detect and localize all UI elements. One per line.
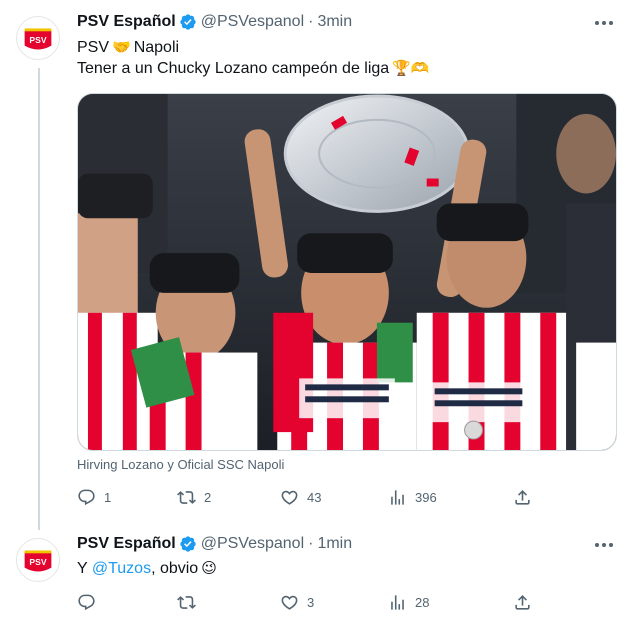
share-icon bbox=[515, 594, 530, 610]
like-button[interactable]: 3 bbox=[280, 593, 388, 612]
views-icon bbox=[391, 489, 404, 505]
tweet-2[interactable]: PSV PSV Español @PSVespanol · 1min Y @Tu… bbox=[0, 526, 632, 620]
media-caption[interactable]: Hirving Lozano y Oficial SSC Napoli bbox=[77, 457, 284, 472]
tweet-text: Y @Tuzos, obvio 😉 bbox=[77, 558, 220, 579]
action-bar: 1 2 43 396 bbox=[77, 487, 533, 507]
text-obvio: , obvio bbox=[151, 560, 199, 577]
reply-icon bbox=[78, 594, 95, 610]
author-handle[interactable]: @PSVespanol bbox=[201, 13, 304, 31]
psv-logo-icon: PSV bbox=[17, 17, 59, 59]
text-y: Y bbox=[77, 560, 88, 577]
more-options-button[interactable] bbox=[592, 535, 616, 555]
views-count: 396 bbox=[415, 489, 437, 505]
tweet-1[interactable]: PSV PSV Español @PSVespanol · 3min PSV 🤝 N… bbox=[0, 0, 632, 526]
share-button[interactable] bbox=[513, 593, 532, 612]
tweet-header: PSV Español @PSVespanol · 1min bbox=[77, 535, 352, 553]
author-name[interactable]: PSV Español bbox=[77, 13, 176, 31]
avatar[interactable]: PSV bbox=[16, 16, 60, 60]
share-button[interactable] bbox=[513, 488, 532, 507]
avatar[interactable]: PSV bbox=[16, 538, 60, 582]
author-name[interactable]: PSV Español bbox=[77, 535, 176, 553]
more-icon bbox=[595, 543, 599, 547]
tweet-text-line-2: Tener a un Chucky Lozano campeón de liga… bbox=[77, 58, 433, 79]
reply-button[interactable] bbox=[77, 593, 177, 612]
handshake-emoji: 🤝 bbox=[112, 38, 131, 56]
tweet-photo[interactable] bbox=[77, 93, 617, 451]
like-count: 3 bbox=[307, 594, 315, 610]
trophy-heart-emojis: 🏆🫶 bbox=[392, 59, 430, 77]
separator-dot: · bbox=[308, 535, 314, 552]
text-body: Tener a un Chucky Lozano campeón de liga bbox=[77, 60, 390, 77]
reply-count: 1 bbox=[104, 489, 112, 505]
tweet-header: PSV Español @PSVespanol · 3min bbox=[77, 13, 352, 31]
more-icon-dot bbox=[609, 543, 613, 547]
like-icon bbox=[281, 595, 298, 610]
retweet-count: 2 bbox=[204, 489, 212, 505]
avatar-logo-text: PSV bbox=[29, 557, 46, 567]
more-icon-dot bbox=[609, 21, 613, 25]
tweet-text-line-1: PSV 🤝 Napoli bbox=[77, 37, 179, 58]
timestamp[interactable]: 1min bbox=[317, 535, 352, 553]
retweet-icon bbox=[177, 490, 196, 504]
views-button[interactable]: 28 bbox=[388, 593, 513, 612]
retweet-button[interactable]: 2 bbox=[177, 488, 280, 507]
verified-badge-icon bbox=[179, 13, 197, 31]
retweet-icon bbox=[177, 595, 196, 609]
retweet-button[interactable] bbox=[177, 593, 280, 612]
verified-badge-icon bbox=[179, 535, 197, 553]
like-count: 43 bbox=[307, 489, 322, 505]
separator-dot: · bbox=[308, 13, 314, 30]
more-icon bbox=[595, 21, 599, 25]
views-icon bbox=[391, 594, 404, 610]
reply-button[interactable]: 1 bbox=[77, 488, 177, 507]
celebration-photo bbox=[78, 94, 616, 450]
wink-emoji: 😉 bbox=[201, 559, 217, 577]
views-button[interactable]: 396 bbox=[388, 488, 513, 507]
text-napoli: Napoli bbox=[133, 39, 180, 56]
mention-link[interactable]: @Tuzos bbox=[92, 560, 151, 577]
more-icon-dot bbox=[602, 543, 606, 547]
reply-icon bbox=[78, 489, 95, 505]
avatar-logo-text: PSV bbox=[29, 35, 46, 45]
psv-logo-icon: PSV bbox=[17, 539, 59, 581]
like-button[interactable]: 43 bbox=[280, 488, 388, 507]
like-icon bbox=[281, 490, 298, 505]
text-psv: PSV bbox=[77, 39, 110, 56]
views-count: 28 bbox=[415, 594, 430, 610]
more-icon-dot bbox=[602, 21, 606, 25]
action-bar: 3 28 bbox=[77, 592, 533, 612]
author-handle[interactable]: @PSVespanol bbox=[201, 535, 304, 553]
more-options-button[interactable] bbox=[592, 13, 616, 33]
timestamp[interactable]: 3min bbox=[317, 13, 352, 31]
share-icon bbox=[515, 489, 530, 505]
